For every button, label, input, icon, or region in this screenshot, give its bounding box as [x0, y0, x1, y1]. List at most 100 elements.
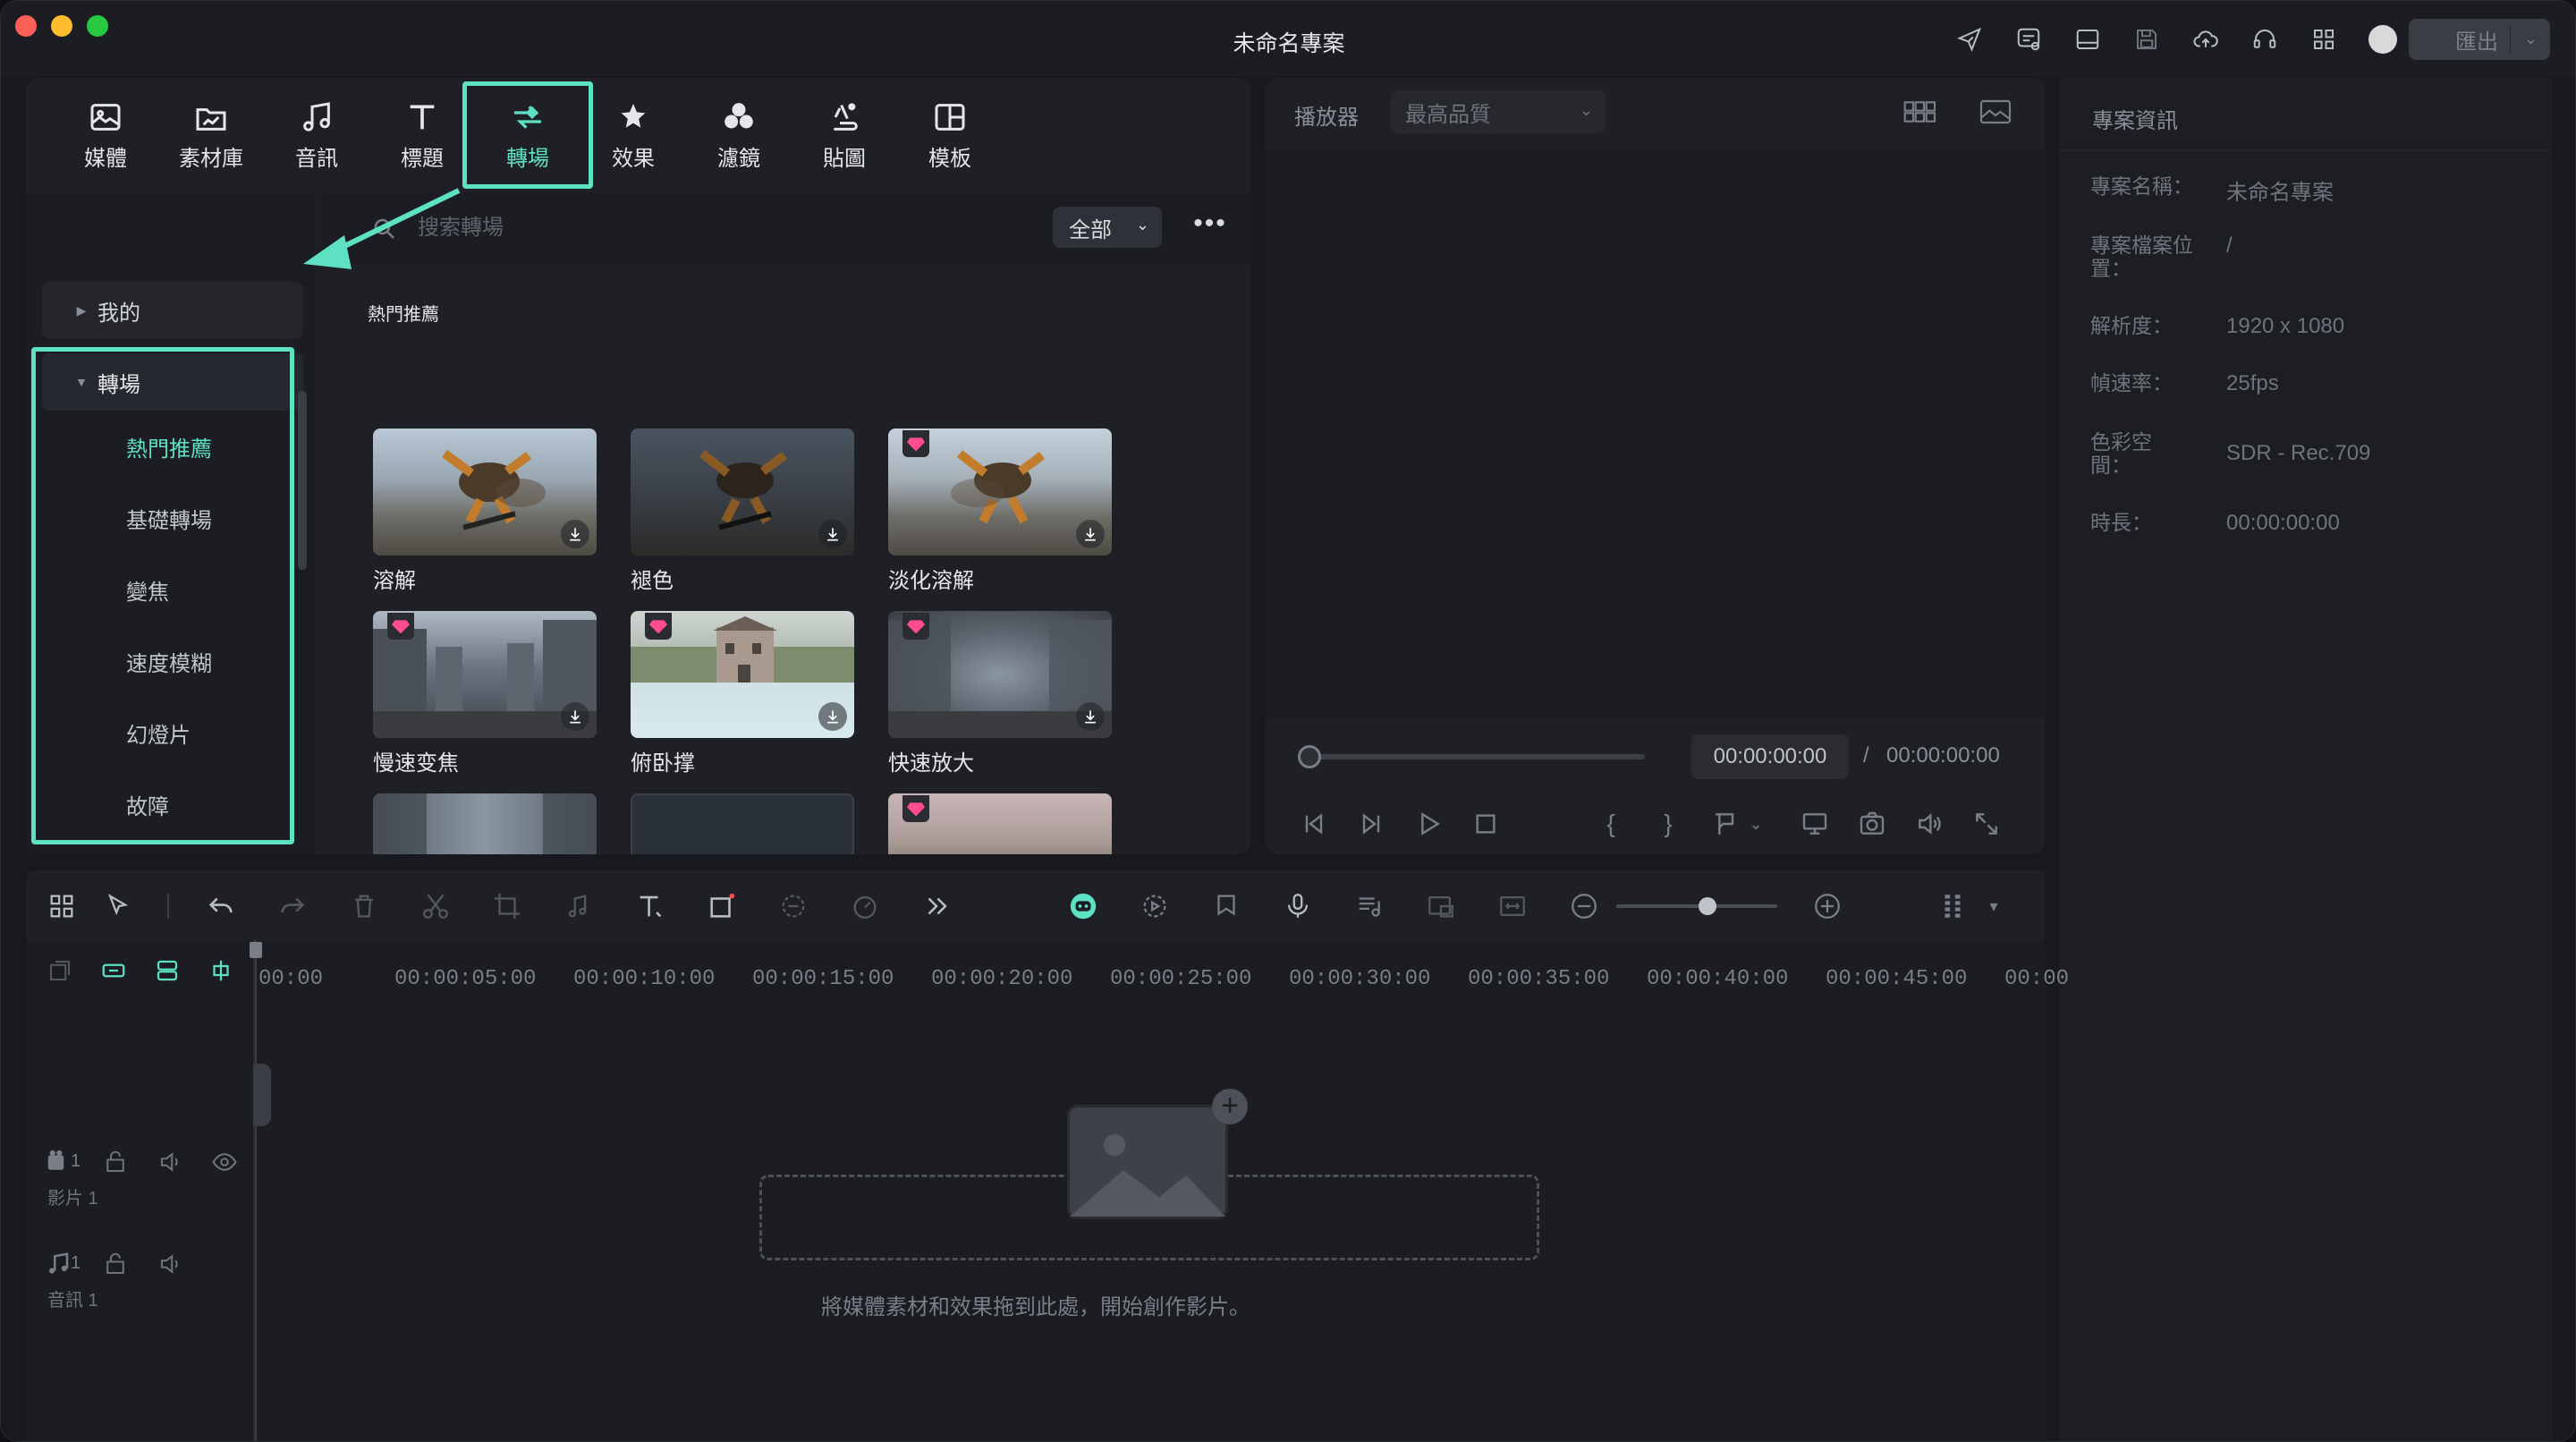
- render-preview-icon[interactable]: [1137, 888, 1173, 924]
- magnetic-track-icon[interactable]: [149, 953, 185, 988]
- pip-icon[interactable]: [1423, 888, 1459, 924]
- tab-media[interactable]: 媒體: [53, 78, 158, 192]
- cloud-upload-icon[interactable]: [2190, 24, 2221, 55]
- transition-thumb-dissolve[interactable]: [373, 428, 597, 556]
- download-icon[interactable]: [818, 520, 847, 548]
- current-time[interactable]: 00:00:00:00: [1691, 734, 1849, 779]
- avatar[interactable]: [2368, 24, 2398, 55]
- zoom-slider[interactable]: [1616, 904, 1777, 908]
- progress-knob[interactable]: [1298, 745, 1321, 768]
- playhead-handle[interactable]: [250, 942, 262, 958]
- video-preview[interactable]: [1266, 149, 2046, 718]
- headset-icon[interactable]: [2250, 24, 2280, 55]
- shape-tool-icon[interactable]: [704, 888, 740, 924]
- apps-grid-icon[interactable]: [2309, 24, 2339, 55]
- mute-track-icon[interactable]: [153, 1144, 189, 1180]
- volume-icon[interactable]: [1913, 808, 1945, 840]
- tab-filters[interactable]: 濾鏡: [686, 78, 792, 192]
- search-input[interactable]: [418, 210, 775, 246]
- download-icon[interactable]: [561, 702, 589, 731]
- tab-titles[interactable]: 標題: [369, 78, 475, 192]
- more-options-button[interactable]: •••: [1191, 208, 1230, 244]
- send-icon[interactable]: [1954, 24, 1985, 55]
- mute-track-icon[interactable]: [153, 1246, 189, 1282]
- more-tools-icon[interactable]: [919, 888, 954, 924]
- playhead-line[interactable]: [255, 940, 257, 1441]
- mark-in-icon[interactable]: {: [1595, 808, 1627, 840]
- feedback-icon[interactable]: [2013, 24, 2044, 55]
- chevron-down-icon[interactable]: ⌄: [1740, 808, 1772, 840]
- insert-marker-icon[interactable]: [1709, 808, 1741, 840]
- transition-thumb-fade[interactable]: [631, 428, 854, 556]
- crop-icon[interactable]: [489, 888, 525, 924]
- sidebar-scrollbar[interactable]: [298, 391, 307, 570]
- ai-assistant-icon[interactable]: [1065, 888, 1101, 924]
- filter-select[interactable]: 全部 ⌄: [1053, 207, 1162, 248]
- quality-select[interactable]: 最高品質 ⌄: [1391, 90, 1606, 133]
- mark-out-icon[interactable]: }: [1652, 808, 1684, 840]
- zoom-in-icon[interactable]: [1809, 888, 1845, 924]
- speed-icon[interactable]: [847, 888, 883, 924]
- next-frame-icon[interactable]: [1355, 808, 1387, 840]
- add-track-icon[interactable]: [42, 953, 78, 988]
- sidebar-item-mine[interactable]: ▶ 我的: [42, 282, 303, 339]
- zoom-out-icon[interactable]: [1566, 888, 1602, 924]
- undo-icon[interactable]: [203, 888, 239, 924]
- lock-track-icon[interactable]: [97, 1246, 133, 1282]
- transition-thumb-quick-zoom[interactable]: [888, 611, 1112, 738]
- export-button[interactable]: 匯出 ⌄: [2409, 19, 2550, 60]
- download-icon[interactable]: [818, 702, 847, 731]
- microphone-icon[interactable]: [1280, 888, 1316, 924]
- layout-grid-icon[interactable]: [44, 888, 80, 924]
- grid-view-icon[interactable]: [1902, 96, 1938, 128]
- tab-stock[interactable]: 素材庫: [158, 78, 264, 192]
- time-ruler[interactable]: 00:00 00:00:05:00 00:00:10:00 00:00:15:0…: [257, 940, 2069, 994]
- select-tool-icon[interactable]: [101, 888, 137, 924]
- tab-effects[interactable]: 效果: [580, 78, 686, 192]
- lock-track-icon[interactable]: [97, 1144, 133, 1180]
- zoom-slider-knob[interactable]: [1699, 897, 1716, 915]
- link-clips-icon[interactable]: [96, 953, 131, 988]
- download-icon[interactable]: [1076, 702, 1105, 731]
- add-media-icon[interactable]: +: [1212, 1089, 1248, 1124]
- eye-icon[interactable]: [207, 1144, 242, 1180]
- ruler-label: 00:00: [258, 967, 324, 991]
- tab-templates[interactable]: 模板: [897, 78, 1003, 192]
- cut-icon[interactable]: [418, 888, 453, 924]
- tab-stickers[interactable]: 貼圖: [792, 78, 897, 192]
- image-snapshot-icon[interactable]: [1978, 96, 2013, 128]
- progress-track[interactable]: [1309, 754, 1645, 759]
- track-options-icon[interactable]: [1935, 888, 1970, 924]
- transition-thumb-slow-zoom[interactable]: [373, 611, 597, 738]
- audio-mix-icon[interactable]: [1352, 888, 1387, 924]
- download-icon[interactable]: [1076, 520, 1105, 548]
- audio-edit-icon[interactable]: [561, 888, 597, 924]
- ruler-label: 00:00: [2004, 967, 2070, 991]
- stop-icon[interactable]: [1470, 808, 1502, 840]
- transition-thumb-push-up[interactable]: [631, 611, 854, 738]
- transition-thumb-row3-1[interactable]: [373, 793, 597, 854]
- transition-thumb-row3-2[interactable]: [631, 793, 854, 854]
- text-tool-icon[interactable]: [632, 888, 668, 924]
- player-panel: 播放器 最高品質 ⌄ 00:00:00:00 / 00:00:00:00 { }: [1266, 78, 2046, 854]
- chevron-down-icon[interactable]: ⌄: [2524, 30, 2538, 48]
- fullscreen-icon[interactable]: [1970, 808, 2003, 840]
- snap-icon[interactable]: [203, 953, 239, 988]
- layout-icon[interactable]: [2072, 24, 2103, 55]
- camera-snapshot-icon[interactable]: [1856, 808, 1888, 840]
- chevron-down-icon[interactable]: ▾: [1976, 888, 2012, 924]
- display-icon[interactable]: [1799, 808, 1831, 840]
- redo-icon[interactable]: [275, 888, 310, 924]
- transition-thumb-row3-3[interactable]: [888, 793, 1112, 854]
- tab-audio[interactable]: 音訊: [264, 78, 369, 192]
- save-icon[interactable]: [2131, 24, 2162, 55]
- fit-icon[interactable]: [1495, 888, 1530, 924]
- play-icon[interactable]: [1412, 808, 1445, 840]
- download-icon[interactable]: [561, 520, 589, 548]
- track-resize-handle[interactable]: [253, 1064, 271, 1126]
- marker-icon[interactable]: [1208, 888, 1244, 924]
- mask-icon[interactable]: [775, 888, 811, 924]
- delete-icon[interactable]: [346, 888, 382, 924]
- transition-thumb-fade-dissolve[interactable]: [888, 428, 1112, 556]
- prev-frame-icon[interactable]: [1298, 808, 1330, 840]
